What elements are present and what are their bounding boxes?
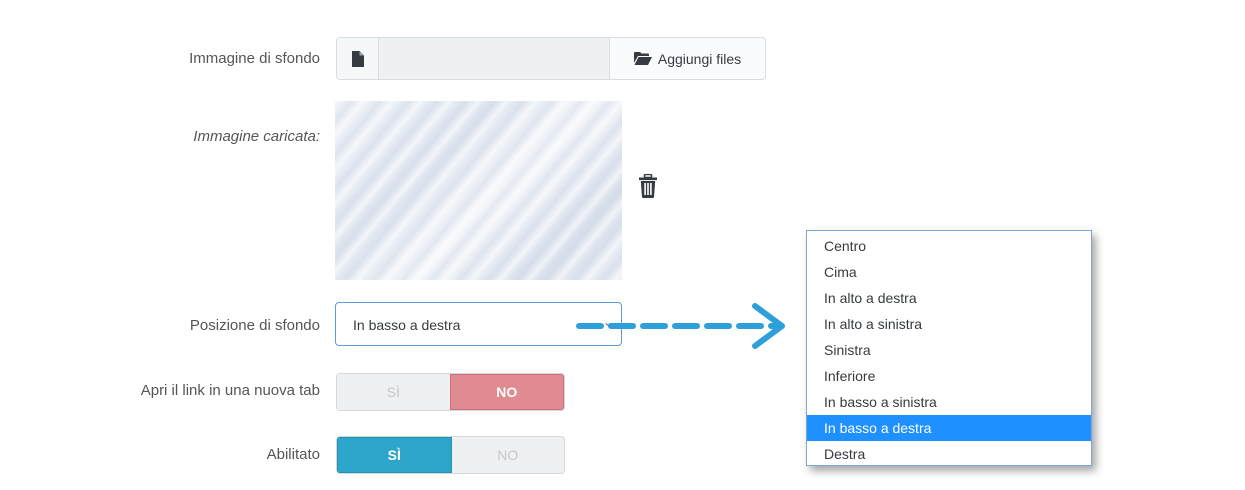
uploaded-image-label: Immagine caricata: — [193, 128, 320, 145]
enabled-switch: SÌ NO — [336, 436, 565, 474]
new-tab-yes-option[interactable]: SÌ — [337, 374, 450, 410]
trash-icon[interactable] — [638, 174, 658, 198]
add-files-button[interactable]: Aggiungi files — [610, 38, 765, 79]
folder-open-icon — [633, 52, 652, 65]
new-tab-no-option[interactable]: NO — [449, 374, 564, 410]
dashed-arrow-icon — [576, 303, 785, 349]
position-option-in-alto-a-destra[interactable]: In alto a destra — [807, 285, 1091, 311]
file-icon — [337, 38, 379, 79]
position-option-centro[interactable]: Centro — [807, 233, 1091, 259]
position-label: Posizione di sfondo — [189, 317, 320, 334]
position-option-sinistra[interactable]: Sinistra — [807, 337, 1091, 363]
position-option-inferiore[interactable]: Inferiore — [807, 363, 1091, 389]
position-option-destra[interactable]: Destra — [807, 441, 1091, 467]
enabled-no-option[interactable]: NO — [451, 437, 564, 473]
position-selected-value: In basso a destra — [353, 317, 461, 333]
position-option-in-basso-a-destra[interactable]: In basso a destra — [807, 415, 1091, 441]
position-dropdown-list: Centro Cima In alto a destra In alto a s… — [806, 230, 1092, 466]
background-image-label: Immagine di sfondo — [189, 50, 320, 67]
position-option-cima[interactable]: Cima — [807, 259, 1091, 285]
uploaded-image-preview — [335, 101, 622, 280]
enabled-yes-option[interactable]: SÌ — [337, 437, 452, 473]
position-option-in-basso-a-sinistra[interactable]: In basso a sinistra — [807, 389, 1091, 415]
new-tab-label: Apri il link in una nuova tab — [140, 382, 320, 399]
enabled-label: Abilitato — [266, 446, 320, 463]
position-option-in-alto-a-sinistra[interactable]: In alto a sinistra — [807, 311, 1091, 337]
new-tab-switch: SÌ NO — [336, 373, 565, 411]
file-name-field[interactable] — [379, 38, 610, 79]
add-files-label: Aggiungi files — [657, 50, 742, 67]
file-upload-group: Aggiungi files — [336, 37, 766, 80]
